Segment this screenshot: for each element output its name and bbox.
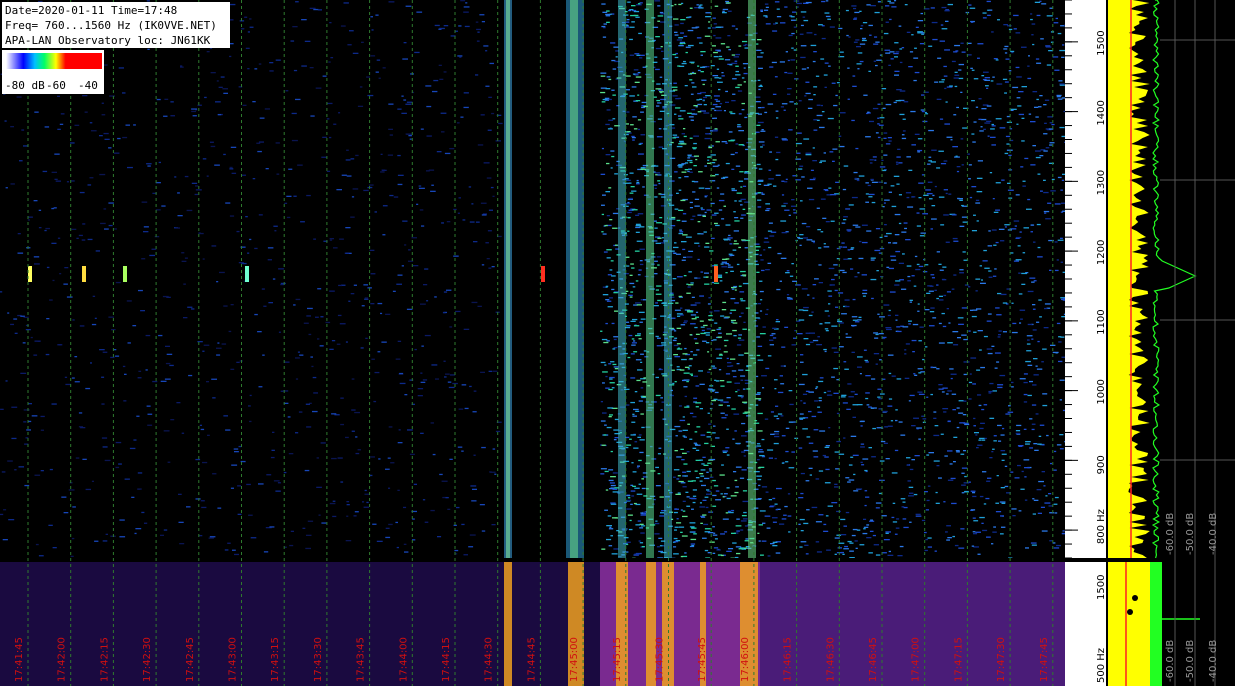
time-label: 17:46:30 bbox=[825, 637, 836, 682]
time-label: 17:44:30 bbox=[484, 637, 495, 682]
db-scale-label: -50.0 dB bbox=[1185, 513, 1196, 555]
lower-freq-tick-label: 1500 bbox=[1096, 575, 1107, 600]
freq-tick-label: 1300 bbox=[1096, 170, 1107, 195]
observatory-text: APA-LAN Observatory loc: JN61KK bbox=[5, 34, 211, 47]
spectrum-panel: -60.0 dB -50.0 dB -40.0 dB -60.0 dB -50.0 dB… bbox=[1106, 0, 1235, 686]
time-label: 17:47:15 bbox=[953, 637, 964, 682]
time-label: 17:43:45 bbox=[356, 637, 367, 682]
freq-tick-label: 1500 bbox=[1096, 30, 1107, 55]
time-label: 17:46:45 bbox=[868, 637, 879, 682]
legend-label-low: -80 dB bbox=[5, 79, 45, 92]
date-time-text: Date=2020-01-11 Time=17:48 bbox=[5, 4, 178, 17]
db-scale-label: -60.0 dB bbox=[1165, 513, 1176, 555]
time-label: 17:42:30 bbox=[142, 637, 153, 682]
time-label: 17:43:00 bbox=[228, 637, 239, 682]
info-box: Date=2020-01-11 Time=17:48 Freq= 760...1… bbox=[2, 2, 230, 48]
db-scale-label: -40.0 dB bbox=[1208, 513, 1219, 555]
freq-tick-label: 1400 bbox=[1096, 100, 1107, 125]
time-label: 17:43:30 bbox=[313, 637, 324, 682]
time-label: 17:42:15 bbox=[99, 637, 110, 682]
time-label: 17:42:00 bbox=[57, 637, 68, 682]
time-label: 17:47:30 bbox=[996, 637, 1007, 682]
time-label: 17:46:15 bbox=[783, 637, 794, 682]
color-scale-bar bbox=[6, 53, 102, 69]
time-label: 17:43:15 bbox=[270, 637, 281, 682]
color-legend: -80 dB -60 -40 bbox=[2, 50, 104, 94]
time-label: 17:41:45 bbox=[14, 637, 25, 682]
lower-db-scale-label: -60.0 dB bbox=[1165, 640, 1176, 682]
time-label: 17:42:45 bbox=[185, 637, 196, 682]
freq-tick-label: 1200 bbox=[1096, 240, 1107, 265]
time-label: 17:45:45 bbox=[697, 637, 708, 682]
upper-waterfall bbox=[0, 0, 1071, 560]
lower-db-scale-label: -50.0 dB bbox=[1185, 640, 1196, 682]
frequency-text: Freq= 760...1560 Hz (IK0VVE.NET) bbox=[5, 19, 217, 32]
time-label: 17:45:00 bbox=[569, 637, 580, 682]
time-label: 17:45:30 bbox=[655, 637, 666, 682]
lower-freq-tick-label: 500 Hz bbox=[1096, 648, 1107, 683]
time-label: 17:44:15 bbox=[441, 637, 452, 682]
lower-db-scale-label: -40.0 dB bbox=[1208, 640, 1219, 682]
time-label: 17:46:00 bbox=[740, 637, 751, 682]
legend-label-mid: -60 bbox=[46, 79, 66, 92]
spectrogram-display: 17:41:45 17:42:00 17:42:15 17:42:30 17:42:45… bbox=[0, 0, 1235, 686]
time-label: 17:47:00 bbox=[911, 637, 922, 682]
freq-tick-label: 900 bbox=[1096, 455, 1107, 474]
time-label: 17:44:45 bbox=[526, 637, 537, 682]
legend-label-high: -40 bbox=[78, 79, 98, 92]
time-label: 17:47:45 bbox=[1039, 637, 1050, 682]
frequency-axis: 800 Hz 900 1000 1100 1200 1300 1400 1500 500 Hz 1… bbox=[1065, 0, 1107, 686]
time-label: 17:45:15 bbox=[612, 637, 623, 682]
freq-tick-label: 1000 bbox=[1096, 379, 1107, 404]
freq-tick-label: 800 Hz bbox=[1096, 509, 1107, 544]
freq-tick-label: 1100 bbox=[1096, 309, 1107, 334]
time-label: 17:44:00 bbox=[398, 637, 409, 682]
